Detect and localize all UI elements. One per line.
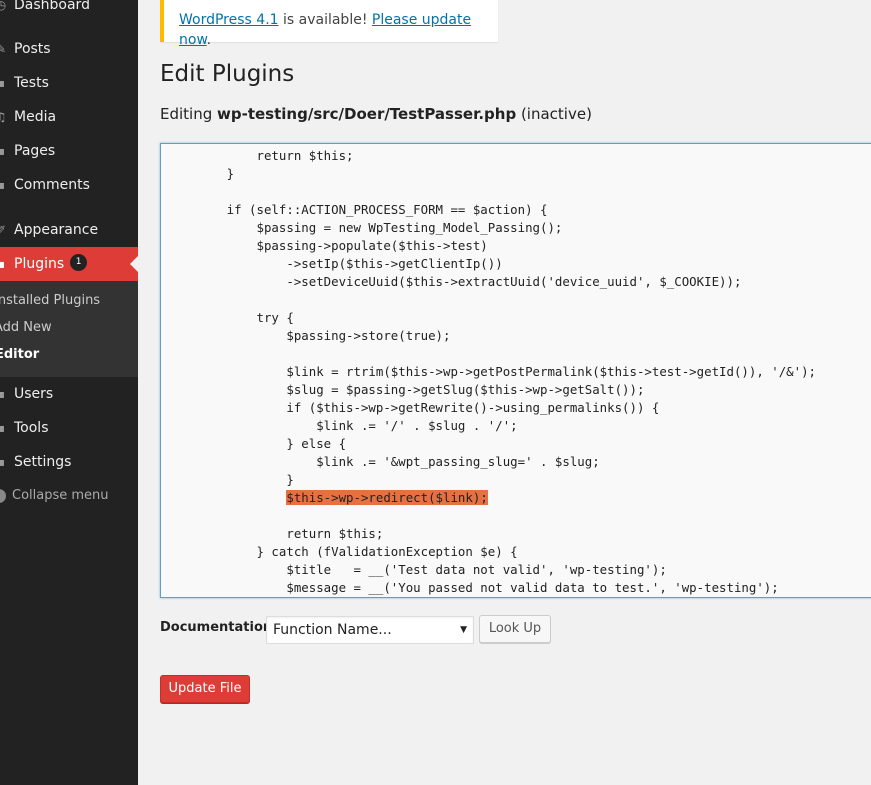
brush-icon: ✐ (0, 223, 7, 237)
current-menu-pointer (130, 256, 138, 272)
menu-label-wrap: Plugins 1 (14, 247, 88, 281)
code-line: $passing = new WpTesting_Model_Passing()… (167, 220, 563, 235)
editing-prefix: Editing (160, 105, 218, 123)
code-line: } (167, 166, 235, 181)
submenu-add-new[interactable]: Add New (0, 315, 138, 341)
code-line: $link .= '/' . $slug . '/'; (167, 418, 518, 433)
submenu-label: Installed Plugins (0, 293, 101, 308)
media-icon: ♫ (0, 110, 7, 124)
documentation-label: Documentation: (160, 620, 278, 635)
tools-icon: ▪ (0, 421, 6, 435)
menu-label: Tools (14, 420, 49, 436)
menu-item-tools[interactable]: ▪ Tools (0, 411, 138, 445)
code-line: if ($this->wp->getRewrite()->using_perma… (167, 400, 660, 415)
code-line: $slug = $passing->getSlug($this->wp->get… (167, 382, 645, 397)
wordpress-version-link[interactable]: WordPress 4.1 (179, 12, 279, 28)
code-line: $title = __('Test data not valid', 'wp-t… (167, 562, 667, 577)
code-editor[interactable]: return $this; } if (self::ACTION_PROCESS… (160, 143, 871, 598)
code-line: $this->wp->redirect($link); (167, 489, 816, 507)
submenu-editor[interactable]: Editor (0, 342, 138, 368)
collapse-arrow-icon (0, 489, 6, 503)
plugins-submenu: Installed Plugins Add New Editor (0, 281, 138, 377)
look-up-button[interactable]: Look Up (479, 615, 551, 643)
update-notice: WordPress 4.1 is available! Please updat… (160, 0, 498, 48)
collapse-label: Collapse menu (12, 488, 109, 503)
plugin-status: (inactive) (516, 105, 592, 123)
code-line: } else { (167, 436, 347, 451)
menu-label: Appearance (14, 222, 99, 238)
editing-file-heading: Editing wp-testing/src/Doer/TestPasser.p… (160, 103, 592, 125)
menu-item-media[interactable]: ♫ Media (0, 100, 138, 134)
function-name-select[interactable]: Function Name... ▼ (266, 616, 474, 644)
pages-icon: ▪ (0, 144, 6, 158)
menu-label: Posts (14, 41, 51, 57)
dropdown-arrow-icon: ▼ (460, 625, 467, 635)
menu-item-dashboard[interactable]: ◷ Dashboard (0, 0, 138, 22)
menu-item-posts[interactable]: ✎ Posts (0, 32, 138, 66)
menu-label: Pages (14, 143, 56, 159)
code-line: $link .= '&wpt_passing_slug=' . $slug; (167, 454, 600, 469)
code-line: try { (167, 310, 294, 325)
code-line: return $this; (167, 526, 384, 541)
menu-item-pages[interactable]: ▪ Pages (0, 134, 138, 168)
pushpin-icon: ✎ (0, 42, 7, 56)
submenu-installed-plugins[interactable]: Installed Plugins (0, 288, 138, 314)
menu-item-plugins[interactable]: ▪ Plugins 1 (0, 247, 138, 281)
menu-label: Tests (14, 75, 49, 91)
submenu-label: Add New (0, 320, 52, 335)
submenu-label: Editor (0, 347, 40, 362)
dashboard-icon: ◷ (0, 0, 7, 12)
menu-label: Users (14, 386, 54, 402)
menu-item-appearance[interactable]: ✐ Appearance (0, 213, 138, 247)
code-line: $passing->populate($this->test) (167, 238, 488, 253)
collapse-menu-button[interactable]: Collapse menu (0, 484, 138, 508)
code-line: if (self::ACTION_PROCESS_FORM == $action… (167, 202, 548, 217)
tests-icon: ▪ (0, 76, 6, 90)
code-line: ->setDeviceUuid($this->extractUuid('devi… (167, 274, 742, 289)
admin-sidebar: ◷ Dashboard ✎ Posts ▪ Tests ♫ Media ▪ Pa… (0, 0, 138, 785)
menu-label: Dashboard (14, 0, 90, 13)
code-line: ->setIp($this->getClientIp()) (167, 256, 503, 271)
comments-icon: ▪ (0, 178, 6, 192)
code-line: } catch (fValidationException $e) { (167, 544, 518, 559)
update-file-button[interactable]: Update File (160, 675, 250, 703)
users-icon: ▪ (0, 387, 6, 401)
highlighted-code: $this->wp->redirect($link); (286, 490, 488, 505)
menu-label: Media (14, 109, 57, 125)
code-content[interactable]: return $this; } if (self::ACTION_PROCESS… (167, 147, 816, 597)
code-line: $message = __('You passed not valid data… (167, 580, 779, 595)
update-count-badge: 1 (70, 253, 88, 271)
page-title: Edit Plugins (160, 61, 295, 87)
editing-file-path: wp-testing/src/Doer/TestPasser.php (217, 105, 517, 123)
menu-label: Settings (14, 454, 72, 470)
settings-icon: ▪ (0, 455, 6, 469)
code-line: } (167, 472, 294, 487)
code-line: $link = rtrim($this->wp->getPostPermalin… (167, 364, 817, 379)
menu-label: Comments (14, 177, 90, 193)
code-line: return $this; (167, 148, 354, 163)
notice-end: . (206, 32, 212, 48)
menu-label: Plugins (14, 256, 65, 272)
menu-item-users[interactable]: ▪ Users (0, 377, 138, 411)
function-select-value: Function Name... (273, 622, 392, 638)
code-line: $passing->store(true); (167, 328, 451, 343)
menu-item-settings[interactable]: ▪ Settings (0, 445, 138, 479)
menu-item-tests[interactable]: ▪ Tests (0, 66, 138, 100)
notice-text: is available! (278, 12, 372, 28)
plugin-icon: ▪ (0, 257, 6, 271)
menu-item-comments[interactable]: ▪ Comments (0, 168, 138, 202)
